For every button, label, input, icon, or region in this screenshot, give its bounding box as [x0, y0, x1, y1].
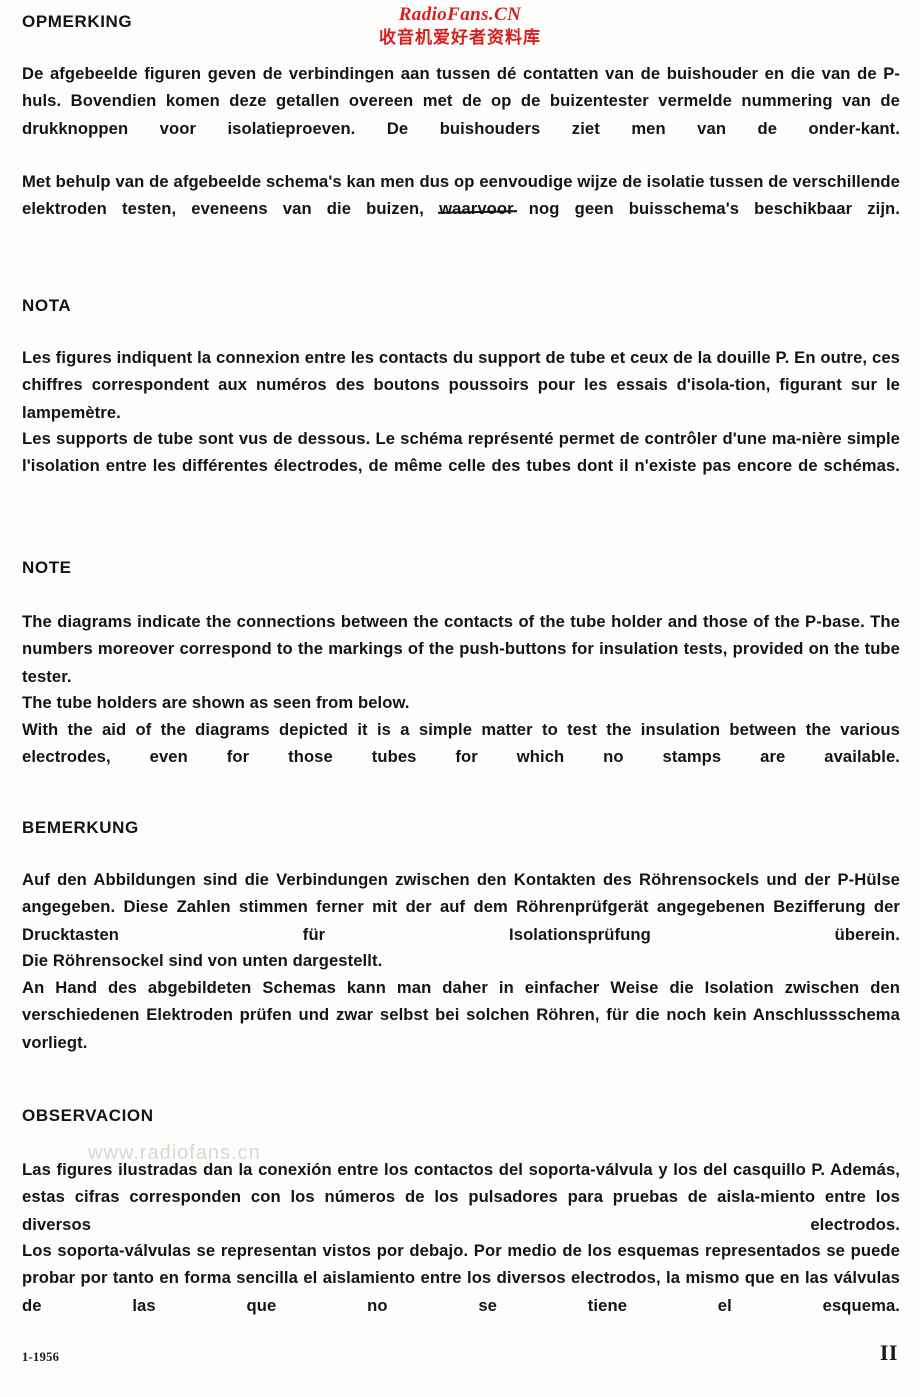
section-note-body-2: The tube holders are shown as seen from …	[22, 689, 900, 716]
section-bemerkung-body-3: An Hand des abgebildeten Schemas kann ma…	[22, 974, 900, 1084]
section-opmerking-body: De afgebeelde figuren geven de verbindin…	[22, 60, 900, 170]
heading-opmerking: OPMERKING	[22, 12, 133, 31]
section-nota: NOTA	[22, 296, 900, 316]
section-bemerkung: BEMERKUNG	[22, 818, 900, 838]
footer-page-number: II	[879, 1340, 898, 1365]
section-nota-body-2: Les supports de tube sont vus de dessous…	[22, 425, 900, 507]
document-page: RadioFans.CN 收音机爱好者资料库 OPMERKING De afge…	[0, 0, 920, 1397]
paragraph-french-2: Les supports de tube sont vus de dessous…	[22, 429, 900, 476]
page-footer: 1-1956 II	[22, 1340, 898, 1374]
section-note-body-3: With the aid of the diagrams depicted it…	[22, 716, 900, 798]
paragraph-english-2: The tube holders are shown as seen from …	[22, 693, 410, 712]
paragraph-dutch-1: De afgebeelde figuren geven de verbindin…	[22, 64, 900, 138]
footer-date: 1-1956	[22, 1350, 60, 1364]
paragraph-german-2: Die Röhrensockel sind von unten dargeste…	[22, 951, 383, 970]
section-observacion: OBSERVACION	[22, 1106, 900, 1126]
section-opmerking-body-2: Met behulp van de afgebeelde schema's ka…	[22, 168, 900, 250]
paragraph-english-3: With the aid of the diagrams depicted it…	[22, 720, 900, 767]
paragraph-dutch-2: Met behulp van de afgebeelde schema's ka…	[22, 168, 900, 250]
paragraph-spanish-2: Los soporta-válvulas se representan vist…	[22, 1241, 900, 1315]
section-opmerking: OPMERKING	[22, 12, 900, 32]
dutch-line2-after: nog geen buisschema's beschikbaar zijn.	[513, 199, 900, 219]
section-observacion-body-2: Los soporta-válvulas se representan vist…	[22, 1237, 900, 1347]
heading-observacion: OBSERVACION	[22, 1106, 154, 1125]
heading-note: NOTE	[22, 558, 72, 577]
heading-nota: NOTA	[22, 296, 72, 315]
section-note: NOTE	[22, 558, 900, 578]
struck-word-waarvoor: waarvoor	[439, 195, 514, 222]
heading-bemerkung: BEMERKUNG	[22, 818, 139, 837]
section-bemerkung-body-2: Die Röhrensockel sind von unten dargeste…	[22, 947, 900, 974]
paragraph-german-3: An Hand des abgebildeten Schemas kann ma…	[22, 978, 900, 1052]
